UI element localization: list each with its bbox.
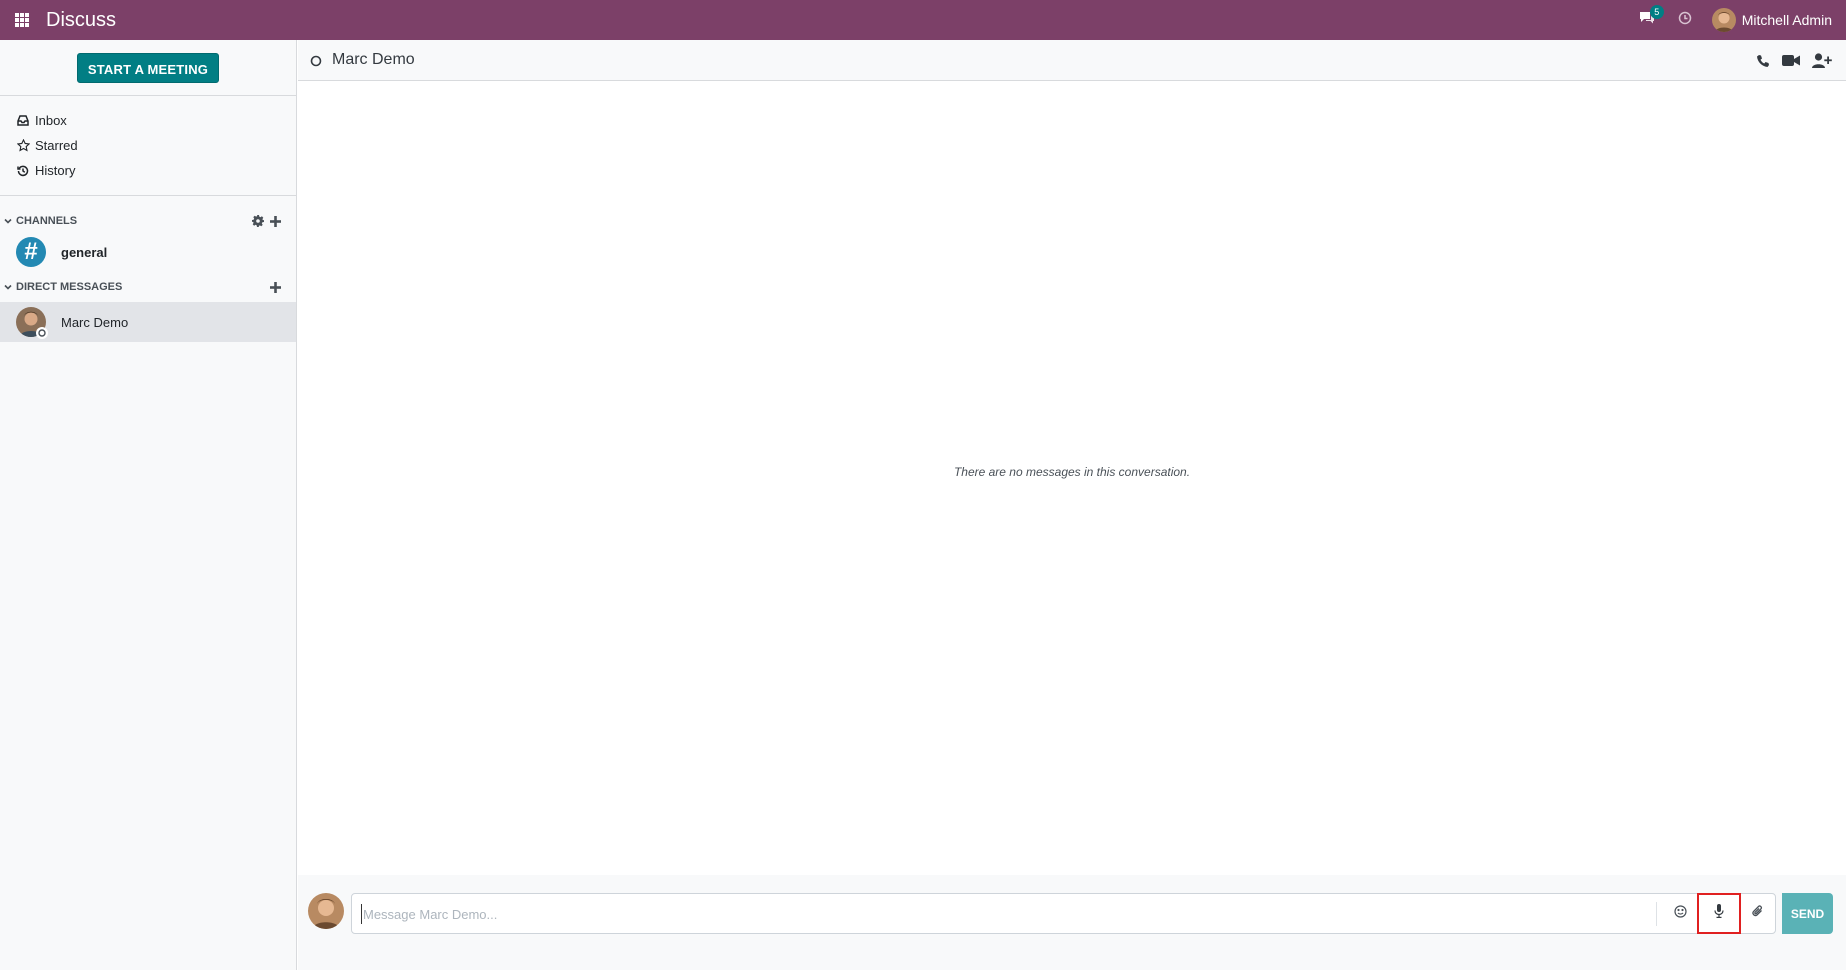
microphone-icon bbox=[1714, 904, 1724, 923]
sidebar-item-inbox[interactable]: Inbox bbox=[0, 108, 296, 133]
channels-header: CHANNELS bbox=[16, 215, 78, 227]
activity-menu-button[interactable] bbox=[1668, 0, 1702, 40]
sidebar-item-label: Starred bbox=[35, 138, 78, 153]
user-menu[interactable]: Mitchell Admin bbox=[1711, 0, 1832, 40]
channel-name: general bbox=[61, 244, 108, 260]
messaging-menu-button[interactable]: 5 bbox=[1626, 0, 1668, 40]
current-user-avatar bbox=[308, 893, 344, 929]
thread-header: Marc Demo bbox=[298, 40, 1846, 81]
user-name: Mitchell Admin bbox=[1741, 12, 1832, 28]
gear-icon[interactable] bbox=[251, 214, 265, 228]
empty-thread-message: There are no messages in this conversati… bbox=[953, 465, 1191, 479]
star-icon bbox=[16, 139, 30, 153]
sidebar-item-label: History bbox=[35, 163, 76, 178]
sidebar-item-marc-demo[interactable]: Marc Demo bbox=[0, 302, 296, 342]
offline-status-icon bbox=[310, 54, 322, 67]
channels-actions bbox=[248, 214, 282, 228]
direct-messages-header: DIRECT MESSAGES bbox=[16, 281, 123, 293]
send-button[interactable]: SEND bbox=[1782, 893, 1833, 934]
attach-file-button[interactable] bbox=[1741, 894, 1775, 933]
emoji-button[interactable] bbox=[1663, 894, 1697, 933]
user-avatar bbox=[1711, 8, 1736, 32]
apps-menu-icon[interactable] bbox=[0, 0, 44, 40]
thread-actions bbox=[1744, 40, 1832, 81]
discuss-sidebar: START A MEETING Inbox Starred History CH… bbox=[0, 40, 297, 970]
channels-category[interactable]: CHANNELS bbox=[0, 209, 296, 233]
avatar bbox=[16, 307, 48, 339]
navbar-systray: 5 Mitchell Admin bbox=[1626, 0, 1832, 40]
sidebar-item-label: Inbox bbox=[35, 113, 67, 128]
phone-icon[interactable] bbox=[1756, 54, 1770, 68]
mailbox-list: Inbox Starred History bbox=[0, 96, 296, 196]
chevron-down-icon bbox=[2, 215, 14, 227]
composer-tools bbox=[1656, 893, 1775, 934]
sidebar-item-general[interactable]: # general bbox=[0, 233, 296, 271]
voice-message-button[interactable] bbox=[1697, 893, 1741, 934]
offline-status-icon bbox=[36, 327, 48, 339]
thread-title[interactable]: Marc Demo bbox=[332, 51, 415, 69]
dm-name: Marc Demo bbox=[61, 314, 129, 330]
sidebar-item-starred[interactable]: Starred bbox=[0, 133, 296, 158]
sidebar-item-history[interactable]: History bbox=[0, 158, 296, 183]
message-composer: SEND bbox=[298, 875, 1846, 970]
dm-actions bbox=[265, 280, 282, 294]
composer-box bbox=[351, 893, 1776, 934]
inbox-icon bbox=[16, 114, 30, 128]
add-chat-icon[interactable] bbox=[268, 280, 282, 294]
start-meeting-button[interactable]: START A MEETING bbox=[76, 52, 220, 83]
add-channel-icon[interactable] bbox=[268, 214, 282, 228]
direct-messages-category[interactable]: DIRECT MESSAGES bbox=[0, 275, 296, 299]
chat-count-badge: 5 bbox=[1649, 5, 1664, 19]
tool-divider bbox=[1656, 901, 1657, 926]
history-icon bbox=[16, 164, 30, 178]
clock-icon bbox=[1678, 11, 1692, 30]
meeting-section: START A MEETING bbox=[0, 40, 296, 96]
top-navbar: Discuss 5 Mitchell Admin bbox=[0, 0, 1846, 40]
app-title[interactable]: Discuss bbox=[46, 9, 116, 32]
hash-icon: # bbox=[16, 237, 46, 267]
add-user-icon[interactable] bbox=[1812, 53, 1832, 68]
chevron-down-icon bbox=[2, 281, 14, 293]
message-input[interactable] bbox=[361, 904, 1661, 924]
paperclip-icon bbox=[1752, 904, 1764, 923]
video-camera-icon[interactable] bbox=[1782, 54, 1800, 67]
smiley-icon bbox=[1673, 904, 1687, 923]
